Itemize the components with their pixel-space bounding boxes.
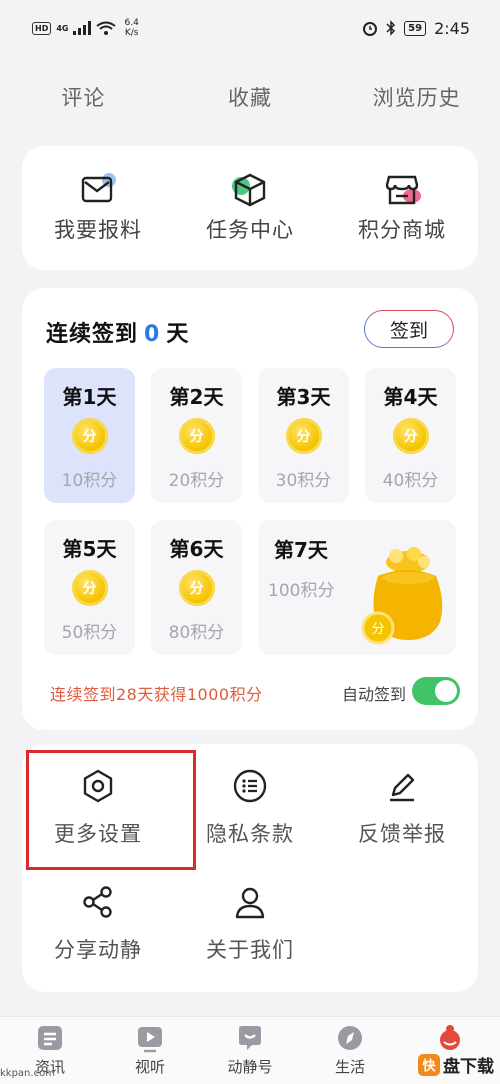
mail-report-icon xyxy=(81,173,116,203)
news-icon xyxy=(38,1026,62,1050)
day-points: 20积分 xyxy=(168,471,225,491)
day-tile-4: 第4天 分 40积分 xyxy=(365,368,456,503)
share-label: 分享动静 xyxy=(54,938,142,962)
about-item[interactable]: 关于我们 xyxy=(174,860,326,970)
coin-icon: 分 xyxy=(392,418,429,454)
toggle-knob xyxy=(435,680,457,702)
watermark-left: kkpan.com xyxy=(0,1068,55,1079)
day-title: 第5天 xyxy=(62,537,117,561)
day-points: 50积分 xyxy=(61,623,118,643)
alarm-icon xyxy=(363,22,378,36)
top-tabs: 评论 收藏 浏览历史 xyxy=(0,78,500,118)
day-title: 第2天 xyxy=(169,385,224,409)
nav-item-video[interactable]: 视听 xyxy=(100,1017,200,1084)
auto-sign-toggle[interactable] xyxy=(412,677,460,705)
tab-comments[interactable]: 评论 xyxy=(0,78,167,118)
day-points: 100积分 xyxy=(268,581,335,601)
store-icon xyxy=(385,175,421,205)
feedback-item[interactable]: 反馈举报 xyxy=(326,744,478,854)
checkin-days-count: 0 xyxy=(144,322,161,347)
share-icon xyxy=(83,886,112,918)
day-points: 30积分 xyxy=(275,471,332,491)
quick-item-tasks[interactable]: 任务中心 xyxy=(174,146,326,270)
coin-icon: 分 xyxy=(71,418,108,454)
nav-label-life: 生活 xyxy=(334,1058,365,1076)
quick-label-tasks: 任务中心 xyxy=(206,218,294,242)
list-circle-icon xyxy=(233,769,267,803)
speed-unit: K/s xyxy=(124,28,139,38)
gold-pot-icon: 分 xyxy=(361,547,443,645)
day-tile-5: 第5天 分 50积分 xyxy=(44,520,135,655)
watermark-logo-icon: 快 xyxy=(418,1053,440,1076)
day-title: 第7天 xyxy=(274,538,328,562)
network-type: 4G xyxy=(56,23,69,33)
tab-favorites[interactable]: 收藏 xyxy=(167,78,334,118)
battery-indicator: 59 xyxy=(404,20,427,36)
status-right: 59 2:45 xyxy=(362,19,470,38)
checkin-title-prefix: 连续签到 xyxy=(46,322,139,347)
day-points: 80积分 xyxy=(168,623,225,643)
quick-label-store: 积分商城 xyxy=(358,218,446,242)
pencil-icon xyxy=(390,773,415,802)
nav-label-dongjing: 动静号 xyxy=(227,1058,273,1076)
checkin-header: 连续签到 0 天 xyxy=(46,316,189,348)
profile-icon xyxy=(440,1025,460,1050)
quick-item-report[interactable]: 我要报料 xyxy=(22,146,174,270)
clock: 2:45 xyxy=(434,18,470,38)
signal-icon xyxy=(73,21,92,35)
checkin-title-suffix: 天 xyxy=(166,322,190,347)
video-icon xyxy=(138,1027,162,1053)
coin-icon: 分 xyxy=(178,570,215,606)
day-tile-7: 第7天 100积分 分 xyxy=(258,520,456,655)
nav-label-video: 视听 xyxy=(134,1058,165,1076)
day-title: 第4天 xyxy=(383,385,438,409)
task-box-icon xyxy=(232,173,266,207)
quick-actions-card: 我要报料 任务中心 积分商城 xyxy=(22,146,478,270)
network-speed: 6.4 K/s xyxy=(124,18,138,38)
share-item[interactable]: 分享动静 xyxy=(22,860,174,970)
highlight-box xyxy=(26,750,196,870)
streak-reward-text: 连续签到28天获得1000积分 xyxy=(50,685,263,704)
day-tile-3: 第3天 分 30积分 xyxy=(258,368,349,503)
day-tile-1: 第1天 分 10积分 xyxy=(44,368,135,503)
hd-badge: HD xyxy=(32,21,52,35)
quick-label-report: 我要报料 xyxy=(54,218,142,242)
watermark-right: 快 盘下载 xyxy=(418,1052,494,1077)
pot-coin-label: 分 xyxy=(371,622,384,637)
feedback-label: 反馈举报 xyxy=(358,822,446,846)
day-tile-2: 第2天 分 20积分 xyxy=(151,368,242,503)
person-icon xyxy=(235,887,265,919)
coin-icon: 分 xyxy=(71,570,108,606)
day-points: 10积分 xyxy=(61,471,118,491)
status-bar: HD 4G 6.4 K/s 59 2:45 xyxy=(0,0,500,56)
auto-sign-label: 自动签到 xyxy=(341,685,406,704)
day-title: 第1天 xyxy=(62,385,117,409)
coin-icon: 分 xyxy=(178,418,215,454)
day-title: 第3天 xyxy=(276,385,331,409)
quick-item-store[interactable]: 积分商城 xyxy=(326,146,478,270)
wifi-icon xyxy=(96,21,117,35)
tab-history[interactable]: 浏览历史 xyxy=(333,78,500,118)
chat-icon xyxy=(239,1026,261,1050)
sign-in-button[interactable]: 签到 xyxy=(364,310,454,348)
watermark-right-text: 盘下载 xyxy=(443,1057,494,1077)
nav-item-dongjing[interactable]: 动静号 xyxy=(200,1017,300,1084)
about-label: 关于我们 xyxy=(206,938,294,962)
speed-value: 6.4 xyxy=(124,18,139,28)
day-points: 40积分 xyxy=(382,471,439,491)
compass-icon xyxy=(338,1026,362,1050)
day-tile-6: 第6天 分 80积分 xyxy=(151,520,242,655)
coin-icon: 分 xyxy=(285,418,322,454)
status-left: HD 4G 6.4 K/s xyxy=(32,18,139,38)
privacy-item[interactable]: 隐私条款 xyxy=(174,744,326,854)
privacy-label: 隐私条款 xyxy=(206,822,294,846)
day-title: 第6天 xyxy=(169,537,224,561)
nav-item-life[interactable]: 生活 xyxy=(300,1017,400,1084)
bluetooth-icon xyxy=(386,20,396,36)
checkin-card: 连续签到 0 天 签到 第1天 分 10积分 第2天 分 20积分 第3天 分 30… xyxy=(22,288,478,730)
